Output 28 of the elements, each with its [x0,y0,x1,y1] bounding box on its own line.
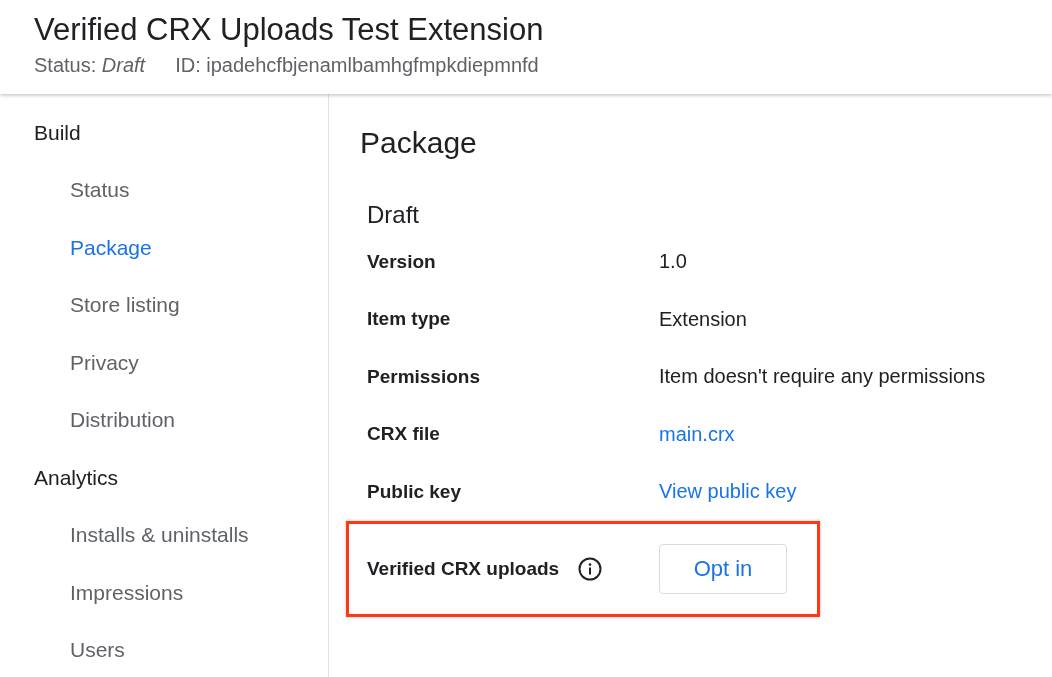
sidebar-item[interactable]: Status [70,178,130,203]
sidebar-section-title: Analytics [34,465,119,490]
info-icon[interactable] [578,556,603,581]
field-label: CRX file [367,423,440,446]
sidebar-item[interactable]: Installs & uninstalls [70,523,249,548]
field-value: Item doesn't require any permissions [659,365,986,389]
extension-title: Verified CRX Uploads Test Extension [34,12,544,48]
sidebar-item[interactable]: Impressions [70,580,184,605]
value-link[interactable]: View public key [659,480,797,504]
field-label: Item type [367,308,451,331]
sidebar-item[interactable]: Package [70,235,152,260]
field-label: Permissions [367,365,480,388]
field-value: Extension [659,307,747,331]
sidebar-section-title: Build [34,120,81,145]
opt-in-button[interactable]: Opt in [659,543,787,594]
sidebar-item[interactable]: Users [70,638,125,663]
id-text: ID: ipadehcfbjenamlbamhgfmpkdiepmnfd [175,54,539,77]
field-label: Public key [367,480,461,503]
field-label: Verified CRX uploads [367,557,560,580]
page-heading: Package [360,125,477,161]
section-heading: Draft [367,200,419,230]
field-label: Version [367,250,436,273]
status-text: Status: Draft [34,54,146,77]
sidebar-item[interactable]: Store listing [70,293,180,318]
sidebar-item[interactable]: Distribution [70,408,176,433]
sidebar-item[interactable]: Privacy [70,350,139,375]
value-link[interactable]: main.crx [659,422,735,446]
field-value: 1.0 [659,250,687,274]
